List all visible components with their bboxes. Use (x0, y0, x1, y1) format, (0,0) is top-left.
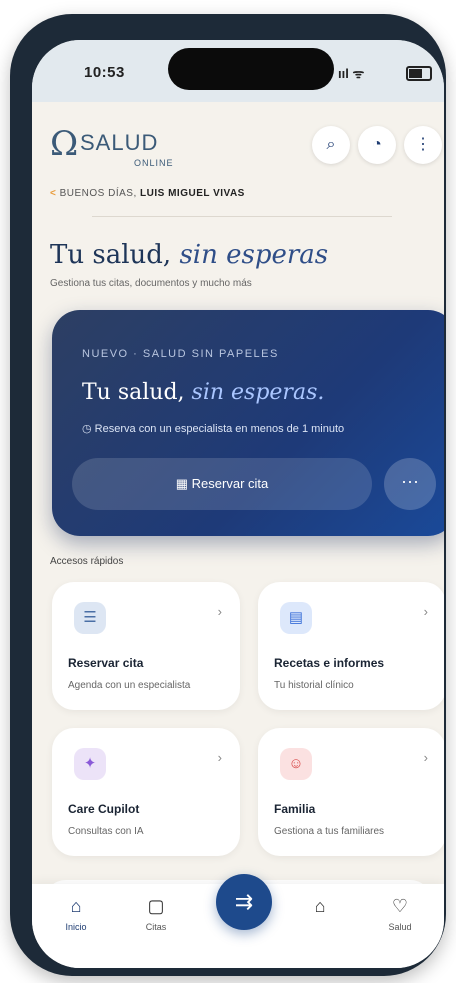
card-care-copilot[interactable]: ✦ › Care Cupilot Consultas con IA (52, 728, 240, 856)
battery-icon (406, 66, 432, 81)
calendar-icon: ▢ (147, 896, 165, 916)
card-subtitle: Gestiona a tus familiares (274, 826, 385, 837)
tab-appointments[interactable]: ▢ Citas (126, 894, 186, 932)
card-subtitle: Agenda con un especialista (68, 680, 191, 691)
card-family[interactable]: ☺ › Familia Gestiona a tus familiares (258, 728, 444, 856)
people-icon: ☺ (280, 748, 312, 780)
calendar-check-icon: ⇉ (234, 889, 254, 914)
heart-icon: ♡ (391, 896, 409, 916)
document-icon: ▤ (280, 602, 312, 634)
card-title: Care Cupilot (68, 802, 140, 816)
page-title: Tu salud, sin esperas (50, 240, 328, 270)
tab-label: Salud (388, 922, 412, 932)
notifications-button[interactable]: ◔ (358, 126, 396, 164)
card-book-appointment[interactable]: ☰ › Reservar cita Agenda con un especial… (52, 582, 240, 710)
tab-label: Inicio (65, 922, 87, 932)
hero-title: Tu salud, sin esperas. (82, 380, 324, 405)
card-subtitle: Tu historial clínico (274, 680, 354, 691)
hospital-icon: ⌂ (314, 896, 326, 916)
hero-more-button[interactable]: ··· (384, 458, 436, 510)
phone-frame: 10:53 ııl ᯤ Ω SALUD ONLINE ⌕ ◔ ⋮ < BUENO… (10, 14, 446, 976)
search-icon: ⌕ (326, 136, 336, 153)
card-prescriptions[interactable]: ▤ › Recetas e informes Tu historial clín… (258, 582, 444, 710)
chevron-right-icon: › (423, 604, 428, 619)
logo-subtitle: ONLINE (134, 158, 174, 168)
card-title: Recetas e informes (274, 656, 385, 670)
dynamic-island (168, 48, 334, 90)
screen: 10:53 ııl ᯤ Ω SALUD ONLINE ⌕ ◔ ⋮ < BUENO… (32, 40, 444, 968)
chevron-right-icon: › (423, 750, 428, 765)
tab-centers[interactable]: ⌂ (290, 894, 350, 922)
chevron-right-icon: › (217, 750, 222, 765)
hero-title-italic: sin esperas. (191, 380, 325, 405)
search-button[interactable]: ⌕ (312, 126, 350, 164)
chevron-right-icon: › (217, 604, 222, 619)
more-vertical-icon: ⋮ (415, 136, 431, 153)
page-title-plain: Tu salud, (50, 240, 172, 270)
hero-card: NUEVO · SALUD SIN PAPELES Tu salud, sin … (52, 310, 444, 536)
status-bar: 10:53 ııl ᯤ (32, 40, 444, 102)
book-appointment-label: Reservar cita (191, 476, 269, 491)
section-title: Accesos rápidos (50, 556, 124, 567)
user-name: LUIS MIGUEL VIVAS (140, 188, 245, 199)
card-subtitle: Consultas con IA (68, 826, 144, 837)
book-appointment-button[interactable]: ▦ Reservar cita (72, 458, 372, 510)
back-arrow-icon[interactable]: < (50, 188, 56, 199)
calendar-list-icon: ☰ (74, 602, 106, 634)
hero-description-text: Reserva con un especialista en menos de … (94, 423, 345, 435)
signal-icon: ııl ᯤ (338, 66, 365, 81)
more-button[interactable]: ⋮ (404, 126, 442, 164)
tab-label: Citas (145, 922, 167, 932)
hero-title-plain: Tu salud, (82, 380, 185, 405)
status-time: 10:53 (84, 64, 125, 81)
notification-icon: ◔ (372, 136, 382, 153)
sparkle-icon: ✦ (74, 748, 106, 780)
greeting-breadcrumb: < BUENOS DÍAS, LUIS MIGUEL VIVAS (50, 188, 245, 199)
page-title-italic: sin esperas (179, 240, 329, 270)
tab-health[interactable]: ♡ Salud (370, 894, 430, 932)
logo-brand: SALUD (80, 130, 159, 155)
app-logo: Ω SALUD ONLINE (50, 124, 190, 180)
page-subtitle: Gestiona tus citas, documentos y mucho m… (50, 278, 252, 289)
greeting-prefix: BUENOS DÍAS, (59, 188, 137, 199)
hero-description: ◷ Reserva con un especialista en menos d… (82, 422, 344, 435)
calendar-icon: ▦ (175, 476, 189, 491)
logo-mark-icon: Ω (50, 124, 79, 164)
hero-kicker: NUEVO · SALUD SIN PAPELES (82, 348, 279, 360)
home-icon: ⌂ (70, 896, 82, 916)
tab-home[interactable]: ⌂ Inicio (46, 894, 106, 932)
card-title: Familia (274, 802, 316, 816)
quick-book-button[interactable]: ⇉ (216, 874, 272, 930)
card-title: Reservar cita (68, 656, 144, 670)
divider (92, 216, 392, 217)
clock-icon: ◷ (82, 423, 92, 435)
